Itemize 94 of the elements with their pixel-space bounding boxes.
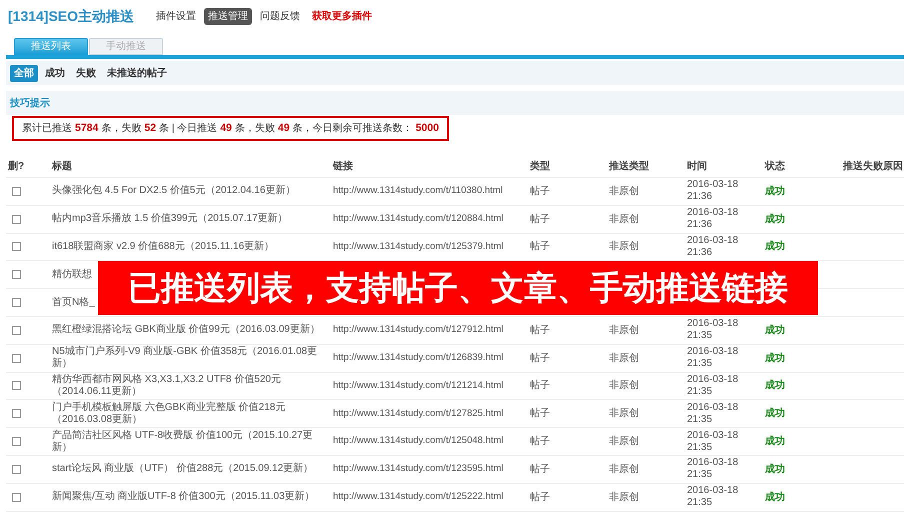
type-cell-text: 帖子 [530, 212, 551, 227]
nav-tab[interactable]: 插件设置 [152, 8, 200, 24]
delete-checkbox[interactable] [12, 242, 21, 252]
filter-tab[interactable]: 全部 [10, 64, 38, 82]
column-header: 删? [8, 160, 26, 174]
time-cell-text: 2016-03-18 21:35 [687, 318, 740, 342]
delete-checkbox[interactable] [12, 354, 21, 363]
delete-checkbox[interactable] [12, 326, 21, 335]
status-cell-text: 成功 [765, 240, 786, 254]
delete-checkbox[interactable] [12, 381, 21, 390]
filter-tab[interactable]: 成功 [41, 64, 69, 82]
more-plugins-link[interactable]: 获取更多插件 [308, 8, 376, 24]
delete-checkbox[interactable] [12, 214, 21, 224]
column-header: 类型 [530, 160, 551, 174]
time-cell-text: 2016-03-18 21:36 [687, 234, 740, 259]
delete-checkbox[interactable] [12, 464, 21, 474]
type-cell-text: 帖子 [530, 406, 551, 422]
plugin-title: [1314]SEO主动推送 [8, 6, 134, 26]
title-cell-text: 新闻聚焦/互动 商业版UTF-8 价值300元（2015.11.03更新） [52, 491, 316, 504]
delete-checkbox[interactable] [12, 298, 21, 308]
link-cell-text: http://www.1314study.com/t/127912.html [333, 323, 504, 338]
link-cell-text: http://www.1314study.com/t/127825.html [333, 406, 504, 421]
push-type-cell-text: 非原创 [609, 352, 640, 366]
title-cell-text: 精仿华西都市网风格 X3,X3.1,X3.2 UTF8 价值520元（2014.06.11更新） [52, 374, 282, 398]
status-cell-text: 成功 [765, 434, 786, 450]
status-cell-text: 成功 [765, 352, 786, 366]
link-cell-text: http://www.1314study.com/t/125379.html [333, 240, 504, 254]
column-header: 推送失败原因 [843, 160, 904, 174]
status-cell-text: 成功 [765, 378, 786, 394]
time-cell-text: 2016-03-18 21:35 [687, 485, 740, 510]
delete-checkbox[interactable] [12, 409, 21, 418]
nav-tab[interactable]: 推送管理 [204, 8, 252, 24]
title-cell-text: 黑红橙绿混搭论坛 GBK商业版 价值99元（2016.03.09更新） [52, 324, 321, 336]
filter-tab[interactable]: 失败 [72, 64, 100, 82]
column-header: 时间 [687, 160, 708, 174]
link-cell-text: http://www.1314study.com/t/125222.html [333, 490, 504, 504]
link-cell-text: http://www.1314study.com/t/123595.html [333, 462, 504, 476]
title-cell-text: it618联盟商家 v2.9 价值688元（2015.11.16更新） [52, 240, 276, 253]
stats-summary: 累计已推送 5784 条，失败 52 条 | 今日推送 49 条，失败 49 条，今日剩余可推送条数： 5000 [12, 116, 449, 141]
delete-checkbox[interactable] [12, 437, 21, 446]
time-cell-text: 2016-03-18 21:35 [687, 402, 740, 426]
column-header: 状态 [765, 160, 786, 174]
push-type-cell-text: 非原创 [609, 378, 640, 394]
time-cell-text: 2016-03-18 21:35 [687, 457, 740, 482]
status-cell-text: 成功 [765, 490, 786, 505]
push-type-cell-text: 非原创 [609, 462, 640, 477]
status-cell-text: 成功 [765, 406, 786, 422]
push-type-cell-text: 非原创 [609, 240, 640, 254]
push-type-cell-text: 非原创 [609, 324, 640, 338]
type-cell-text: 帖子 [530, 378, 551, 394]
type-cell-text: 帖子 [530, 352, 551, 366]
type-cell-text: 帖子 [530, 324, 551, 338]
time-cell-text: 2016-03-18 21:35 [687, 346, 740, 370]
status-cell-text: 成功 [765, 462, 786, 477]
type-cell-text: 帖子 [530, 434, 551, 450]
push-type-cell-text: 非原创 [609, 184, 640, 199]
title-cell-text: 精仿联想 [52, 268, 93, 281]
tips-heading: 技巧提示 [10, 96, 50, 110]
link-cell-text: http://www.1314study.com/t/125048.html [333, 434, 504, 448]
push-type-cell-text: 非原创 [609, 406, 640, 422]
type-cell-text: 帖子 [530, 462, 551, 477]
title-cell-text: 产品简洁社区风格 UTF-8收费版 价值100元（2015.10.27更新） [52, 430, 314, 454]
title-cell-text: 帖内mp3音乐播放 1.5 价值399元（2015.07.17更新） [52, 213, 289, 226]
time-cell-text: 2016-03-18 21:35 [687, 430, 740, 454]
time-cell-text: 2016-03-18 21:36 [687, 179, 740, 204]
link-cell-text: http://www.1314study.com/t/110380.html [333, 184, 504, 198]
type-cell-text: 帖子 [530, 240, 551, 254]
push-type-cell-text: 非原创 [609, 212, 640, 227]
caption-banner: 已推送列表，支持帖子、文章、手动推送链接 [98, 261, 818, 315]
time-cell-text: 2016-03-18 21:36 [687, 207, 740, 232]
nav-tab[interactable]: 问题反馈 [256, 8, 304, 24]
status-cell-text: 成功 [765, 324, 786, 338]
delete-checkbox[interactable] [12, 492, 21, 502]
title-cell-text: 门户手机模板触屏版 六色GBK商业完整版 价值218元（2016.03.08更新） [52, 402, 286, 426]
column-header: 标题 [52, 160, 73, 174]
status-cell-text: 成功 [765, 184, 786, 199]
status-cell-text: 成功 [765, 212, 786, 227]
link-cell-text: http://www.1314study.com/t/126839.html [333, 351, 504, 366]
type-cell-text: 帖子 [530, 184, 551, 199]
push-type-cell-text: 非原创 [609, 490, 640, 505]
title-cell-text: N5城市门户系列-V9 商业版-GBK 价值358元（2016.01.08更新） [52, 346, 318, 370]
type-cell-text: 帖子 [530, 490, 551, 505]
delete-checkbox[interactable] [12, 270, 21, 280]
link-cell-text: http://www.1314study.com/t/120884.html [333, 212, 504, 226]
filter-tab[interactable]: 未推送的帖子 [103, 64, 171, 82]
column-header: 链接 [333, 160, 354, 174]
link-cell-text: http://www.1314study.com/t/121214.html [333, 378, 504, 393]
column-header: 推送类型 [609, 160, 650, 174]
delete-checkbox[interactable] [12, 186, 21, 196]
push-type-cell-text: 非原创 [609, 434, 640, 450]
title-cell-text: 首页N格_ [52, 296, 96, 309]
title-cell-text: start论坛风 商业版（UTF） 价值288元（2015.09.12更新） [52, 463, 314, 476]
time-cell-text: 2016-03-18 21:35 [687, 374, 740, 398]
title-cell-text: 头像强化包 4.5 For DX2.5 价值5元（2012.04.16更新） [52, 185, 296, 198]
